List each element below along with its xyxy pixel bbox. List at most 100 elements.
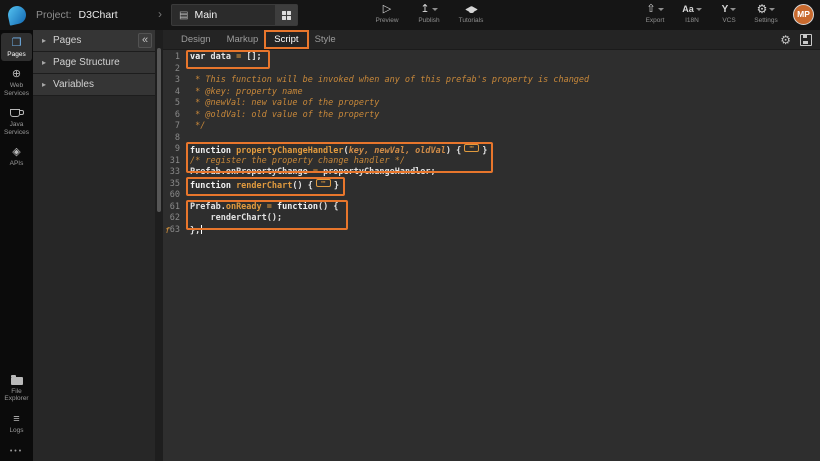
code-token: * This function will be invoked when any… xyxy=(190,75,589,85)
line-number-61[interactable]: 61 xyxy=(163,202,186,214)
rail-label-web-services: Web Services xyxy=(1,82,32,97)
code-line-35[interactable]: function renderChart() {⋯} xyxy=(190,179,820,191)
rail-item-file-explorer[interactable]: File Explorer xyxy=(1,370,32,406)
panel-section-page-structure[interactable]: ▸ Page Structure xyxy=(33,52,155,74)
panel-label-variables: Variables xyxy=(53,79,94,90)
line-number-7[interactable]: 7 xyxy=(163,121,186,133)
code-token: () { xyxy=(292,181,312,191)
code-line-61[interactable]: Prefab.onReady = function() { xyxy=(190,202,820,214)
code-token: * @newVal: new value of the property xyxy=(190,98,379,108)
caret-down-icon xyxy=(432,8,438,11)
translate-icon: Aa xyxy=(682,3,702,16)
editor-scrollbar[interactable] xyxy=(155,30,163,461)
code-line-60[interactable] xyxy=(190,190,820,202)
app-logo-icon[interactable] xyxy=(7,5,27,25)
panel-section-variables[interactable]: ▸ Variables xyxy=(33,74,155,96)
tab-markup[interactable]: Markup xyxy=(219,32,267,47)
rail-item-pages[interactable]: ❐ Pages xyxy=(1,33,32,61)
i18n-button[interactable]: Aa I18N xyxy=(679,3,705,24)
code-token: propertyChangeHandler xyxy=(236,146,343,156)
user-avatar[interactable]: MP xyxy=(793,4,814,25)
topbar-center-actions: ▷ Preview ↥ Publish Tutorials xyxy=(374,3,484,24)
rail-item-web-services[interactable]: ⊕ Web Services xyxy=(1,64,32,100)
code-token: /* register the property change handler … xyxy=(190,156,405,166)
code-line-6[interactable]: * @oldVal: old value of the property xyxy=(190,110,820,122)
vcs-label: VCS xyxy=(722,17,735,24)
folded-code-widget[interactable]: ⋯ xyxy=(316,179,331,187)
code-token: } xyxy=(334,181,339,191)
code-token: */ xyxy=(190,121,205,131)
line-number-62[interactable]: 62 xyxy=(163,213,186,225)
caret-down-icon xyxy=(730,8,736,11)
line-number-3[interactable]: 3 xyxy=(163,75,186,87)
collapse-panel-button[interactable]: « xyxy=(138,33,152,48)
line-number-63[interactable]: f63 xyxy=(163,225,186,237)
code-line-62[interactable]: renderChart(); xyxy=(190,213,820,225)
page-grid-view-button[interactable] xyxy=(275,5,297,25)
gear-icon: ⚙ xyxy=(757,3,776,16)
line-number-60[interactable]: 60 xyxy=(163,190,186,202)
line-number-31[interactable]: 31 xyxy=(163,156,186,168)
line-number-33[interactable]: 33 xyxy=(163,167,186,179)
preview-label: Preview xyxy=(375,17,398,24)
caret-right-icon: ▸ xyxy=(42,58,46,67)
line-number-1[interactable]: 1 xyxy=(163,52,186,64)
more-options-button[interactable]: ••• xyxy=(10,448,23,455)
code-line-33[interactable]: Prefab.onPropertyChange = propertyChange… xyxy=(190,167,820,179)
save-icon[interactable] xyxy=(800,34,812,46)
code-line-3[interactable]: * This function will be invoked when any… xyxy=(190,75,820,87)
export-button[interactable]: ⇧ Export xyxy=(642,3,668,24)
topbar-right-actions: ⇧ Export Aa I18N Y VCS ⚙ Settings MP xyxy=(642,3,814,25)
line-number-2[interactable]: 2 xyxy=(163,64,186,76)
settings-button[interactable]: ⚙ Settings xyxy=(753,3,779,24)
vcs-button[interactable]: Y VCS xyxy=(716,3,742,24)
code-line-5[interactable]: * @newVal: new value of the property xyxy=(190,98,820,110)
caret-down-icon xyxy=(769,8,775,11)
tutorials-button[interactable]: Tutorials xyxy=(458,3,484,24)
page-selector[interactable]: ▤ Main xyxy=(171,4,298,26)
caret-right-icon: ▸ xyxy=(42,36,46,45)
topbar: Project: D3Chart › ▤ Main ▷ Preview ↥ Pu… xyxy=(0,0,820,30)
code-line-63[interactable]: }; xyxy=(190,225,820,237)
scrollbar-thumb[interactable] xyxy=(157,48,161,212)
code-line-2[interactable] xyxy=(190,64,820,76)
panel-section-pages[interactable]: ▸ Pages « xyxy=(33,30,155,52)
code-token: Prefab.onPropertyChange xyxy=(190,167,313,177)
code-line-7[interactable]: */ xyxy=(190,121,820,133)
code-line-4[interactable]: * @key: property name xyxy=(190,87,820,99)
line-number-35[interactable]: 35 xyxy=(163,179,186,191)
code-line-31[interactable]: /* register the property change handler … xyxy=(190,156,820,168)
code-line-9[interactable]: function propertyChangeHandler(key, newV… xyxy=(190,144,820,156)
preview-button[interactable]: ▷ Preview xyxy=(374,3,400,24)
rail-item-apis[interactable]: ◈ APIs xyxy=(1,142,32,170)
api-icon: ◈ xyxy=(12,146,20,158)
i18n-label: I18N xyxy=(685,17,699,24)
folded-code-widget[interactable]: ⋯ xyxy=(464,144,479,152)
line-gutter: 123456789313335606162f63 xyxy=(163,50,186,461)
code-lines[interactable]: var data = []; * This function will be i… xyxy=(186,50,820,461)
line-number-4[interactable]: 4 xyxy=(163,87,186,99)
line-number-5[interactable]: 5 xyxy=(163,98,186,110)
tab-design[interactable]: Design xyxy=(173,32,219,47)
globe-icon: ⊕ xyxy=(12,68,21,80)
code-token: Prefab. xyxy=(190,202,226,212)
rail-item-java-services[interactable]: Java Services xyxy=(1,103,32,139)
project-name: D3Chart xyxy=(79,9,118,21)
line-number-6[interactable]: 6 xyxy=(163,110,186,122)
rail-item-logs[interactable]: ≡ Logs xyxy=(1,409,32,437)
code-token: function xyxy=(190,181,236,191)
publish-button[interactable]: ↥ Publish xyxy=(416,3,442,24)
code-line-8[interactable] xyxy=(190,133,820,145)
code-line-1[interactable]: var data = []; xyxy=(190,52,820,64)
project-breadcrumb: Project: D3Chart xyxy=(36,9,118,21)
line-number-9[interactable]: 9 xyxy=(163,144,186,156)
rail-label-pages: Pages xyxy=(1,51,32,58)
tab-script[interactable]: Script xyxy=(266,32,306,47)
current-page-name: Main xyxy=(194,9,275,21)
tabbar-right-actions: ⚙ xyxy=(780,30,812,50)
export-label: Export xyxy=(646,17,665,24)
line-number-8[interactable]: 8 xyxy=(163,133,186,145)
editor-settings-gear-icon[interactable]: ⚙ xyxy=(780,30,791,50)
tab-style[interactable]: Style xyxy=(307,32,344,47)
code-token: function xyxy=(190,146,236,156)
